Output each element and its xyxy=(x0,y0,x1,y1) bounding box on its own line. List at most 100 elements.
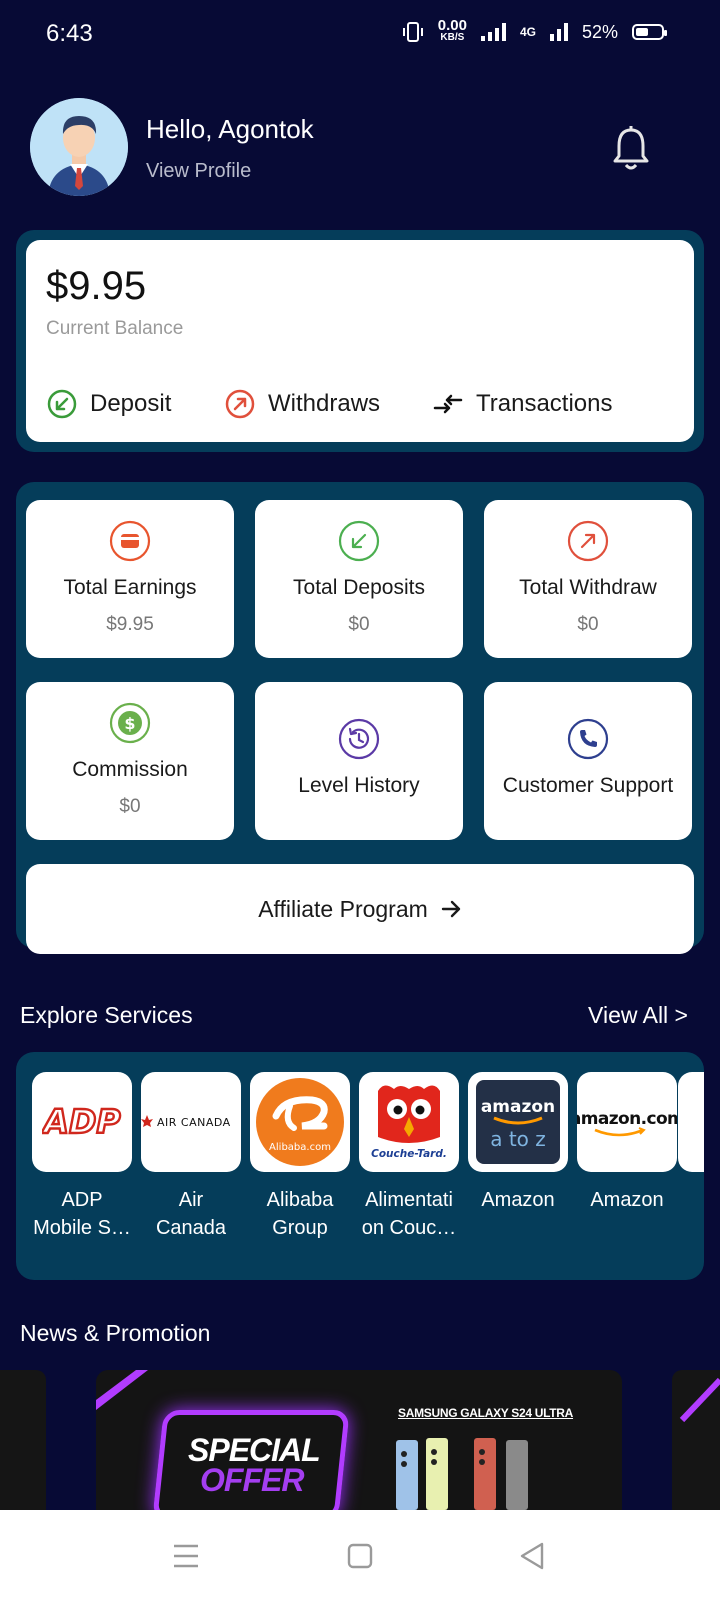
tile-title: Total Withdraw xyxy=(519,576,657,599)
service-name: Amazon xyxy=(590,1189,664,1211)
level-history-tile[interactable]: Level History xyxy=(255,682,463,840)
news-promotion-title: News & Promotion xyxy=(20,1320,211,1346)
service-item[interactable]: Couche-Tard. Alimentati on Couc… xyxy=(359,1072,459,1242)
amazon-com-logo-image: amazon.com xyxy=(577,1109,677,1137)
total-withdraw-tile[interactable]: Total Withdraw $0 xyxy=(484,500,692,658)
view-all-link[interactable]: View All > xyxy=(588,1002,688,1029)
service-item[interactable]: amazon.com Amazon xyxy=(577,1072,677,1214)
total-deposits-tile[interactable]: Total Deposits $0 xyxy=(255,500,463,658)
history-icon xyxy=(338,718,380,760)
signal-icon-2 xyxy=(549,23,568,41)
service-name: Alimentati on Couc… xyxy=(361,1189,457,1239)
balance-amount: $9.95 xyxy=(46,264,147,308)
tile-title: Total Earnings xyxy=(63,576,197,599)
partial-logo xyxy=(678,1072,704,1172)
vibrate-icon xyxy=(402,22,423,42)
transactions-label: Transactions xyxy=(476,390,613,417)
deposit-label: Deposit xyxy=(90,390,172,417)
status-bar: 6:43 0.00 KB/S 4G 52% xyxy=(0,0,720,72)
adp-logo: ADP xyxy=(32,1072,132,1172)
signal-icon xyxy=(480,23,506,41)
system-nav-bar xyxy=(0,1510,720,1600)
battery-icon xyxy=(632,24,667,40)
alibaba-logo-text: Alibaba.com xyxy=(269,1142,331,1153)
explore-services-title: Explore Services xyxy=(20,1002,193,1028)
network-type: 4G xyxy=(519,25,536,39)
withdraws-button[interactable]: Withdraws xyxy=(224,388,380,420)
arrow-up-right-circle-icon xyxy=(567,520,609,562)
adp-logo-image: ADP xyxy=(42,1102,122,1142)
battery-percent: 52% xyxy=(581,21,618,42)
amazon-atoz-logo-image: amazon a to z xyxy=(476,1080,560,1164)
arrow-right-icon xyxy=(441,900,460,918)
total-earnings-tile[interactable]: Total Earnings $9.95 xyxy=(26,500,234,658)
svg-text:$: $ xyxy=(124,714,135,733)
amazon-com-logo-text: amazon.com xyxy=(577,1109,677,1129)
network-speed: 0.00 KB/S xyxy=(437,17,467,44)
balance-label: Current Balance xyxy=(46,318,184,339)
service-item[interactable]: Alibaba.com Alibaba Group xyxy=(250,1072,350,1242)
withdraws-label: Withdraws xyxy=(268,390,381,417)
deposit-button[interactable]: Deposit xyxy=(46,388,171,420)
alibaba-logo: Alibaba.com xyxy=(250,1072,350,1172)
arrow-up-right-circle-icon xyxy=(225,389,255,419)
news-banner-next[interactable] xyxy=(672,1370,720,1510)
notification-bell-icon[interactable] xyxy=(610,126,652,172)
commission-tile[interactable]: $ Commission $0 xyxy=(26,682,234,840)
service-name: Amazon xyxy=(481,1189,555,1211)
promotion-banner[interactable]: SPECIAL OFFER SAMSUNG GALAXY S24 ULTRA xyxy=(96,1370,622,1510)
couche-tard-logo: Couche-Tard. xyxy=(359,1072,459,1172)
banner-headline: SAMSUNG GALAXY S24 ULTRA xyxy=(398,1406,574,1420)
affiliate-program-button[interactable]: Affiliate Program xyxy=(26,864,694,954)
tile-title: Customer Support xyxy=(502,774,674,797)
speed-unit: KB/S xyxy=(440,32,465,43)
tile-value: $9.95 xyxy=(106,614,154,635)
avatar[interactable] xyxy=(30,98,128,196)
service-item[interactable]: AIR CANADA Air Canada xyxy=(141,1072,241,1242)
back-triangle-icon[interactable] xyxy=(512,1536,552,1576)
news-banner-prev[interactable] xyxy=(0,1370,46,1510)
arrow-down-left-circle-icon xyxy=(47,389,77,419)
amazon-com-logo: amazon.com xyxy=(577,1072,677,1172)
tile-title: Total Deposits xyxy=(293,576,425,599)
air-canada-logo-text: AIR CANADA xyxy=(157,1116,231,1129)
couche-tard-logo-image: Couche-Tard. xyxy=(371,1085,447,1160)
wallet-icon xyxy=(109,520,151,562)
neon-decoration-icon xyxy=(679,1377,720,1423)
user-avatar-icon xyxy=(30,98,128,196)
service-name: ADP Mobile S… xyxy=(33,1189,131,1239)
dollar-coin-icon: $ xyxy=(109,702,151,744)
alibaba-logo-image: Alibaba.com xyxy=(256,1078,344,1166)
speed-value: 0.00 xyxy=(437,17,467,34)
home-square-icon[interactable] xyxy=(340,1536,380,1576)
arrow-down-left-circle-icon xyxy=(338,520,380,562)
greeting: Hello, Agontok xyxy=(146,114,314,144)
service-name: Alibaba Group xyxy=(266,1189,334,1239)
customer-support-tile[interactable]: Customer Support xyxy=(484,682,692,840)
air-canada-logo: AIR CANADA xyxy=(141,1072,241,1172)
amazon-logo-text: amazon xyxy=(481,1097,555,1117)
status-time: 6:43 xyxy=(46,20,93,47)
tile-value: $0 xyxy=(119,796,141,817)
service-item-partial[interactable] xyxy=(678,1072,704,1172)
menu-icon[interactable] xyxy=(166,1536,206,1576)
swap-arrows-icon xyxy=(433,394,463,414)
tile-title: Level History xyxy=(298,774,420,797)
air-canada-logo-image: AIR CANADA xyxy=(141,1115,231,1129)
amazon-atoz-logo: amazon a to z xyxy=(468,1072,568,1172)
services-panel: ADP ADP Mobile S… AIR CANADA Air Canada … xyxy=(16,1052,704,1280)
couche-tard-logo-text: Couche-Tard. xyxy=(371,1148,447,1160)
affiliate-label: Affiliate Program xyxy=(258,895,428,922)
tile-title: Commission xyxy=(72,758,188,781)
tile-value: $0 xyxy=(348,614,370,635)
service-item[interactable]: ADP ADP Mobile S… xyxy=(32,1072,132,1242)
view-profile-link[interactable]: View Profile xyxy=(146,160,251,183)
tile-value: $0 xyxy=(577,614,599,635)
service-item[interactable]: amazon a to z Amazon xyxy=(468,1072,568,1214)
phone-icon xyxy=(567,718,609,760)
atoz-logo-text: a to z xyxy=(490,1127,546,1151)
status-icons: 0.00 KB/S 4G 52% xyxy=(402,17,667,44)
service-name: Air Canada xyxy=(155,1189,227,1239)
balance-card: $9.95 Current Balance Deposit Withdraws … xyxy=(26,240,694,442)
transactions-button[interactable]: Transactions xyxy=(432,388,613,420)
